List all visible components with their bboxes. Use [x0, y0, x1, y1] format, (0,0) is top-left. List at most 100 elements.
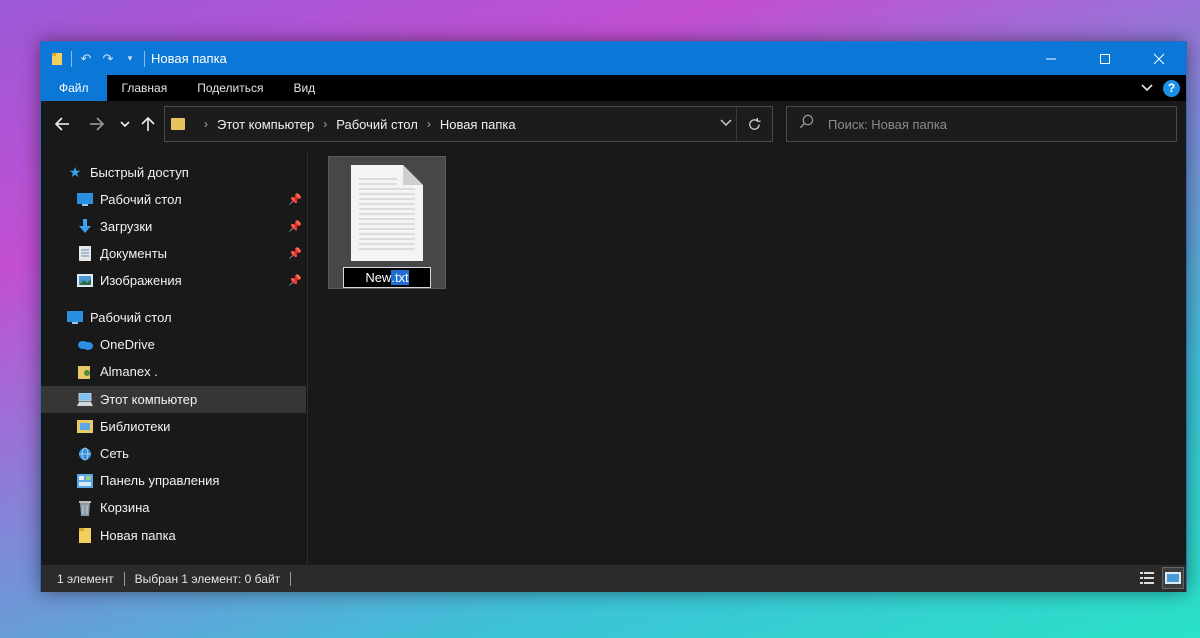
breadcrumb-this-pc[interactable]: Этот компьютер [217, 117, 314, 132]
toolbar-separator [144, 50, 145, 67]
pin-icon[interactable]: 📌 [288, 247, 302, 260]
details-view-icon[interactable] [1136, 567, 1158, 589]
window-controls [1024, 42, 1186, 75]
minimize-button[interactable] [1024, 42, 1078, 75]
libraries-icon [77, 419, 93, 435]
file-list[interactable]: New .txt [309, 152, 1187, 565]
sidebar-item-label: Панель управления [100, 473, 220, 488]
status-separator [290, 571, 292, 586]
sidebar-item-label: Загрузки [100, 219, 153, 234]
desktop-icon [67, 310, 83, 326]
sidebar-item-label: Документы [100, 246, 168, 261]
selection-info: Выбран 1 элемент: 0 байт [134, 571, 281, 586]
folder-icon [77, 528, 93, 544]
onedrive-icon [77, 337, 93, 353]
tab-file[interactable]: Файл [41, 75, 107, 101]
text-file-icon [351, 165, 423, 261]
tab-share[interactable]: Поделиться [182, 75, 278, 101]
window-title: Новая папка [151, 51, 227, 66]
pane-divider[interactable] [307, 152, 308, 565]
sidebar-item-pictures[interactable]: Изображения 📌 [41, 267, 306, 294]
ribbon-tabs: Файл Главная Поделиться Вид ? [41, 75, 1186, 101]
address-dropdown-icon[interactable] [720, 115, 732, 130]
sidebar-item-quick-access[interactable]: ★ Быстрый доступ [41, 159, 306, 186]
sidebar-item-network[interactable]: Сеть [41, 440, 306, 467]
download-icon [77, 219, 93, 235]
quick-access-toolbar: ↶ ↷ ▾ [41, 42, 145, 75]
pin-icon[interactable]: 📌 [288, 193, 302, 206]
desktop-icon [77, 192, 93, 208]
sidebar-item-label: Корзина [100, 500, 150, 515]
documents-icon [77, 246, 93, 262]
status-separator [123, 571, 125, 586]
sidebar-item-label: Almanex . [100, 364, 158, 379]
sidebar-item-label: Сеть [100, 446, 129, 461]
sidebar-item-libraries[interactable]: Библиотеки [41, 413, 306, 440]
sidebar-item-new-folder[interactable]: Новая папка [41, 522, 306, 549]
help-button[interactable]: ? [1163, 79, 1180, 97]
pin-icon[interactable]: 📌 [288, 274, 302, 287]
sidebar-item-label: Быстрый доступ [90, 165, 189, 180]
title-bar[interactable]: ↶ ↷ ▾ Новая папка [41, 42, 1186, 75]
undo-icon[interactable]: ↶ [78, 51, 94, 67]
sidebar-item-control-panel[interactable]: Панель управления [41, 467, 306, 494]
status-bar: 1 элемент Выбран 1 элемент: 0 байт [41, 565, 1186, 592]
sidebar-item-recycle-bin[interactable]: Корзина [41, 494, 306, 521]
redo-icon[interactable]: ↷ [100, 51, 116, 67]
pin-icon[interactable]: 📌 [288, 220, 302, 233]
file-item[interactable]: New .txt [328, 156, 446, 289]
sidebar-item-label: Рабочий стол [90, 310, 172, 325]
expand-ribbon-icon[interactable] [1141, 79, 1153, 97]
sidebar-item-documents[interactable]: Документы 📌 [41, 240, 306, 267]
folder-icon [171, 118, 185, 130]
back-button[interactable] [50, 112, 74, 136]
close-button[interactable] [1132, 42, 1186, 75]
rename-field[interactable]: New .txt [343, 267, 431, 288]
sidebar-item-downloads[interactable]: Загрузки 📌 [41, 213, 306, 240]
explorer-window: ↶ ↷ ▾ Новая папка Файл Главная Поделитьс… [40, 41, 1187, 592]
navigation-pane: ★ Быстрый доступ Рабочий стол 📌 Загрузки… [41, 152, 306, 565]
breadcrumb-new-folder[interactable]: Новая папка [440, 117, 516, 132]
search-placeholder: Поиск: Новая папка [828, 116, 948, 132]
recent-locations-icon[interactable] [113, 112, 137, 136]
breadcrumb: › Этот компьютер › Рабочий стол › Новая … [165, 117, 516, 132]
item-count: 1 элемент [57, 571, 114, 586]
sidebar-item-desktop-pinned[interactable]: Рабочий стол 📌 [41, 186, 306, 213]
filename-text: New [365, 270, 392, 285]
forward-button[interactable] [85, 112, 109, 136]
chevron-right-icon[interactable]: › [204, 117, 208, 131]
network-icon [77, 446, 93, 462]
address-bar[interactable]: › Этот компьютер › Рабочий стол › Новая … [164, 106, 773, 142]
sidebar-item-label: Рабочий стол [100, 192, 182, 207]
recycle-bin-icon [77, 500, 93, 516]
toolbar-separator [71, 50, 72, 67]
tab-view[interactable]: Вид [278, 75, 330, 101]
filename-extension: .txt [391, 270, 409, 285]
this-pc-icon [77, 392, 93, 408]
up-button[interactable] [136, 112, 160, 136]
star-icon: ★ [68, 164, 82, 180]
customize-toolbar-icon[interactable]: ▾ [122, 51, 138, 67]
sidebar-item-label: Этот компьютер [100, 392, 198, 407]
sidebar-item-label: Изображения [100, 273, 182, 288]
pictures-icon [77, 273, 93, 289]
control-panel-icon [77, 473, 93, 489]
sidebar-item-onedrive[interactable]: OneDrive [41, 331, 306, 358]
refresh-button[interactable] [736, 107, 772, 141]
search-icon [799, 114, 814, 134]
ribbon-right-controls: ? [1141, 79, 1180, 97]
search-box[interactable]: Поиск: Новая папка [786, 106, 1177, 142]
view-switcher [1136, 567, 1184, 589]
tab-home[interactable]: Главная [107, 75, 183, 101]
large-icons-view-icon[interactable] [1162, 567, 1184, 589]
sidebar-item-user[interactable]: Almanex . [41, 358, 306, 385]
sidebar-item-label: Новая папка [100, 528, 176, 543]
maximize-button[interactable] [1078, 42, 1132, 75]
user-folder-icon [77, 364, 93, 380]
folder-icon [49, 51, 65, 67]
chevron-right-icon[interactable]: › [323, 117, 327, 131]
sidebar-item-desktop[interactable]: Рабочий стол [41, 304, 306, 331]
sidebar-item-this-pc[interactable]: Этот компьютер [41, 386, 306, 413]
breadcrumb-desktop[interactable]: Рабочий стол [336, 117, 418, 132]
chevron-right-icon[interactable]: › [427, 117, 431, 131]
